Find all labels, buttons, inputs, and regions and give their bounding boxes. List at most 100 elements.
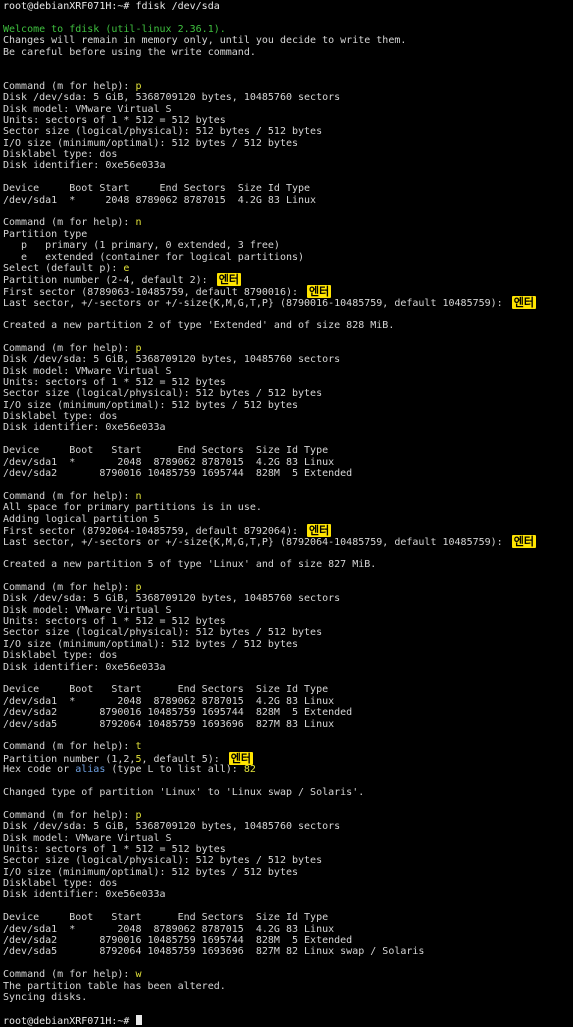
user-input: n: [135, 217, 142, 229]
terminal-line: First sector (8789063-10485759, default …: [3, 284, 570, 298]
terminal-text: Command (m for help):: [3, 217, 136, 229]
terminal-text: Disk /dev/sda: 5 GiB, 5368709120 bytes, …: [3, 593, 341, 605]
terminal-text: /dev/sda2 8790016 10485759 1695744 828M …: [3, 707, 353, 719]
terminal-text: I/O size (minimum/optimal): 512 bytes / …: [3, 866, 299, 878]
terminal-text: Command (m for help):: [3, 741, 136, 753]
terminal-text: e extended (container for logical partit…: [3, 251, 305, 263]
terminal-text: root@debianXRF071H:~#: [3, 1015, 136, 1027]
terminal-line: Units: sectors of 1 * 512 = 512 bytes: [3, 844, 570, 855]
terminal-text: /dev/sda5 8792064 10485759 1693696 827M …: [3, 946, 425, 958]
terminal-line: p primary (1 primary, 0 extended, 3 free…: [3, 240, 570, 251]
terminal-text: /dev/sda2 8790016 10485759 1695744 828M …: [3, 935, 353, 947]
terminal-line: Device Boot Start End Sectors Size Id Ty…: [3, 183, 570, 194]
terminal-text: Disk identifier: 0xe56e033a: [3, 422, 166, 434]
terminal-line: /dev/sda5 8792064 10485759 1693696 827M …: [3, 946, 570, 957]
terminal-line: All space for primary partitions is in u…: [3, 502, 570, 513]
terminal-line: Sector size (logical/physical): 512 byte…: [3, 627, 570, 638]
terminal-line: Command (m for help): p: [3, 343, 570, 354]
terminal-text: Command (m for help):: [3, 490, 136, 502]
terminal-line: Disk model: VMware Virtual S: [3, 366, 570, 377]
terminal-line: The partition table has been altered.: [3, 981, 570, 992]
terminal-line: I/O size (minimum/optimal): 512 bytes / …: [3, 138, 570, 149]
terminal-text: Units: sectors of 1 * 512 = 512 bytes: [3, 616, 226, 628]
terminal-text: Device Boot Start End Sectors Size Id Ty…: [3, 445, 329, 457]
terminal-line: Disk /dev/sda: 5 GiB, 5368709120 bytes, …: [3, 593, 570, 604]
terminal-text: (type L to list all):: [105, 764, 244, 776]
terminal-text: Disk identifier: 0xe56e033a: [3, 889, 166, 901]
terminal-line: /dev/sda1 * 2048 8789062 8787015 4.2G 83…: [3, 924, 570, 935]
terminal-window[interactable]: root@debianXRF071H:~# fdisk /dev/sda Welc…: [0, 0, 573, 1027]
terminal-line: Disk /dev/sda: 5 GiB, 5368709120 bytes, …: [3, 821, 570, 832]
terminal-line: /dev/sda1 * 2048 8789062 8787015 4.2G 83…: [3, 696, 570, 707]
enter-key-annotation: 엔터: [228, 751, 254, 765]
terminal-line: I/O size (minimum/optimal): 512 bytes / …: [3, 400, 570, 411]
terminal-text: Command (m for help):: [3, 581, 136, 593]
terminal-line: Units: sectors of 1 * 512 = 512 bytes: [3, 377, 570, 388]
terminal-line: /dev/sda2 8790016 10485759 1695744 828M …: [3, 707, 570, 718]
terminal-text: Adding logical partition 5: [3, 513, 160, 525]
terminal-text: Partition number (1,2,: [3, 753, 136, 765]
terminal-line: Disklabel type: dos: [3, 149, 570, 160]
cursor-block[interactable]: [136, 1014, 143, 1025]
terminal-text: Created a new partition 2 of type 'Exten…: [3, 319, 395, 331]
terminal-line: /dev/sda1 * 2048 8789062 8787015 4.2G 83…: [3, 457, 570, 468]
user-input: e: [123, 262, 130, 274]
terminal-text: Disk identifier: 0xe56e033a: [3, 160, 166, 172]
terminal-text: Disk /dev/sda: 5 GiB, 5368709120 bytes, …: [3, 92, 341, 104]
user-input: p: [135, 342, 142, 354]
terminal-text: Units: sectors of 1 * 512 = 512 bytes: [3, 843, 226, 855]
terminal-text: All space for primary partitions is in u…: [3, 502, 262, 514]
terminal-line: Disk /dev/sda: 5 GiB, 5368709120 bytes, …: [3, 354, 570, 365]
terminal-text: Disk identifier: 0xe56e033a: [3, 661, 166, 673]
terminal-text: Disklabel type: dos: [3, 650, 118, 662]
terminal-line: Syncing disks.: [3, 992, 570, 1003]
terminal-line: Disk identifier: 0xe56e033a: [3, 422, 570, 433]
enter-key-annotation: 엔터: [307, 523, 332, 537]
terminal-line: Command (m for help): w: [3, 969, 570, 980]
enter-key-annotation: 엔터: [216, 273, 241, 287]
terminal-line: root@debianXRF071H:~#: [3, 1014, 570, 1027]
terminal-line: Sector size (logical/physical): 512 byte…: [3, 855, 570, 866]
terminal-line: Disk identifier: 0xe56e033a: [3, 160, 570, 171]
terminal-line: /dev/sda2 8790016 10485759 1695744 828M …: [3, 935, 570, 946]
terminal-line: root@debianXRF071H:~# fdisk /dev/sda: [3, 1, 570, 12]
terminal-line: Command (m for help): p: [3, 81, 570, 92]
terminal-text: Command (m for help):: [3, 342, 136, 354]
terminal-text: Units: sectors of 1 * 512 = 512 bytes: [3, 376, 226, 388]
terminal-line: First sector (8792064-10485759, default …: [3, 523, 570, 537]
terminal-text: I/O size (minimum/optimal): 512 bytes / …: [3, 638, 299, 650]
terminal-line: Partition number (1,2,5, default 5): 엔터: [3, 751, 570, 765]
enter-key-annotation: 엔터: [307, 284, 332, 298]
terminal-text: Disk model: VMware Virtual S: [3, 365, 172, 377]
user-input: w: [135, 969, 142, 981]
terminal-text: Sector size (logical/physical): 512 byte…: [3, 627, 323, 639]
terminal-text: Welcome to fdisk (util-linux 2.36.1).: [3, 23, 226, 35]
terminal-text: /dev/sda1 * 2048 8789062 8787015 4.2G 83…: [3, 695, 335, 707]
terminal-line: Units: sectors of 1 * 512 = 512 bytes: [3, 616, 570, 627]
terminal-line: Disk /dev/sda: 5 GiB, 5368709120 bytes, …: [3, 92, 570, 103]
terminal-line: e extended (container for logical partit…: [3, 252, 570, 263]
terminal-text: Disk model: VMware Virtual S: [3, 832, 172, 844]
terminal-line: Partition number (2-4, default 2): 엔터: [3, 273, 570, 287]
terminal-text: Sector size (logical/physical): 512 byte…: [3, 855, 323, 867]
terminal-line: Changes will remain in memory only, unti…: [3, 35, 570, 46]
terminal-line: Device Boot Start End Sectors Size Id Ty…: [3, 684, 570, 695]
terminal-text: Command (m for help):: [3, 80, 136, 92]
terminal-text: Disk model: VMware Virtual S: [3, 103, 172, 115]
terminal-line: Command (m for help): n: [3, 217, 570, 228]
terminal-text: p primary (1 primary, 0 extended, 3 free…: [3, 240, 280, 252]
terminal-text: root@debianXRF071H:~# fdisk /dev/sda: [3, 1, 220, 12]
user-input: 82: [243, 764, 256, 776]
terminal-line: Command (m for help): n: [3, 491, 570, 502]
terminal-line: Device Boot Start End Sectors Size Id Ty…: [3, 912, 570, 923]
terminal-line: Sector size (logical/physical): 512 byte…: [3, 126, 570, 137]
